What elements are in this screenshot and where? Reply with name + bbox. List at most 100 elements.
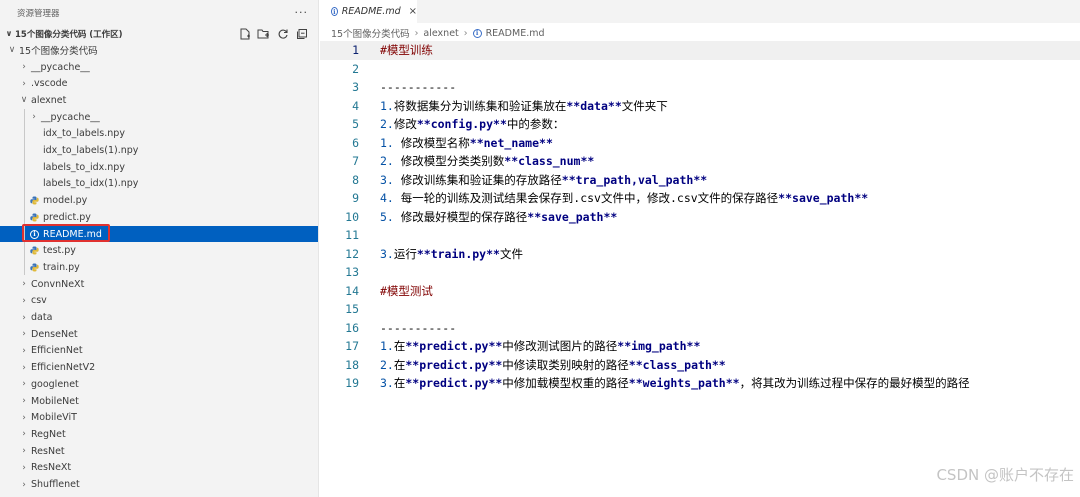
tree-item-label: DenseNet xyxy=(31,328,78,340)
code-line[interactable]: 4 1.将数据集分为训练集和验证集放在**data**文件夹下 xyxy=(320,97,1080,116)
chevron-right-icon: › xyxy=(22,62,26,73)
tree-file[interactable]: model.py xyxy=(0,192,318,209)
tree-file[interactable]: test.py xyxy=(0,242,318,259)
tree-folder[interactable]: › googlenet xyxy=(0,376,318,393)
breadcrumb-item[interactable]: README.md xyxy=(486,28,545,39)
line-number: 14 xyxy=(345,283,359,298)
code-line[interactable]: 17 1.在**predict.py**中修改测试图片的路径**img_path*… xyxy=(320,337,1080,356)
code-text: 2. 修改模型分类类别数**class_num** xyxy=(380,154,595,169)
code-text: ----------- xyxy=(380,80,457,95)
code-line[interactable]: 16 ----------- xyxy=(320,319,1080,338)
code-text: 1.将数据集分为训练集和验证集放在**data**文件夹下 xyxy=(380,98,668,113)
tree-item-label: ResNet xyxy=(31,445,65,457)
line-number: 7 xyxy=(352,154,359,169)
code-line[interactable]: 19 3.在**predict.py**中修加载模型权重的路径**weights_… xyxy=(320,374,1080,393)
chevron-right-icon: › xyxy=(22,379,26,390)
refresh-icon[interactable] xyxy=(276,27,289,40)
info-icon: i xyxy=(472,28,482,38)
chevron-right-icon: › xyxy=(22,479,26,490)
code-line[interactable]: 2 xyxy=(320,60,1080,79)
line-number: 10 xyxy=(345,209,359,224)
code-text: #模型训练 xyxy=(380,43,433,58)
tree-folder[interactable]: › MobileNet xyxy=(0,393,318,410)
line-number: 19 xyxy=(345,376,359,391)
tree-folder[interactable]: › RegNet xyxy=(0,426,318,443)
close-icon[interactable]: × xyxy=(409,6,417,17)
code-line[interactable]: 10 5. 修改最好模型的保存路径**save_path** xyxy=(320,208,1080,227)
code-editor[interactable]: 1 #模型训练 2 3 ----------- 4 1.将数据集分为训练集和验证集放在**d… xyxy=(320,41,1080,497)
chevron-right-icon: › xyxy=(22,429,26,440)
tree-folder[interactable]: › EfficienNetV2 xyxy=(0,359,318,376)
tree-item-label: ResNeXt xyxy=(31,462,72,474)
explorer-sidebar: 资源管理器 ··· ∨ 15个图像分类代码 (工作区) ∨ 15个图像分类代码 › _… xyxy=(0,0,319,497)
file-icon xyxy=(29,162,40,173)
tab-readme[interactable]: i README.md × xyxy=(320,0,417,23)
tree-folder[interactable]: › MobileViT xyxy=(0,409,318,426)
new-file-icon[interactable] xyxy=(238,27,251,40)
tree-folder[interactable]: › Shufflenet xyxy=(0,476,318,493)
workspace-title: 15个图像分类代码 (工作区) xyxy=(15,29,123,40)
code-line[interactable]: 9 4. 每一轮的训练及测试结果会保存到.csv文件中，修改.csv文件的保存路径… xyxy=(320,189,1080,208)
tree-folder[interactable]: › __pycache__ xyxy=(0,109,318,126)
tree-folder[interactable]: ∨ alexnet xyxy=(0,92,318,109)
tree-item-label: __pycache__ xyxy=(31,61,90,73)
tree-item-label: labels_to_idx.npy xyxy=(43,161,125,173)
tree-file[interactable]: train.py xyxy=(0,259,318,276)
tree-file[interactable]: labels_to_idx(1).npy xyxy=(0,176,318,193)
info-icon: i xyxy=(331,7,338,16)
code-line[interactable]: 7 2. 修改模型分类类别数**class_num** xyxy=(320,152,1080,171)
tree-folder[interactable]: › ResNeXt xyxy=(0,460,318,477)
breadcrumb-item[interactable]: 15个图像分类代码 xyxy=(331,26,410,40)
python-file-icon xyxy=(29,212,40,223)
tree-folder[interactable]: › ConvnNeXt xyxy=(0,276,318,293)
tree-item-label: 15个图像分类代码 xyxy=(19,46,98,58)
tree-folder[interactable]: › EfficienNet xyxy=(0,343,318,360)
tree-folder[interactable]: › DenseNet xyxy=(0,326,318,343)
code-line[interactable]: 18 2.在**predict.py**中修读取类别映射的路径**class_pa… xyxy=(320,356,1080,375)
code-line[interactable]: 14 #模型测试 xyxy=(320,282,1080,301)
code-line[interactable]: 12 3.运行**train.py**文件 xyxy=(320,245,1080,264)
tree-folder[interactable]: › ResNet xyxy=(0,443,318,460)
tree-folder[interactable]: › csv xyxy=(0,293,318,310)
code-line[interactable]: 8 3. 修改训练集和验证集的存放路径**tra_path,val_path** xyxy=(320,171,1080,190)
code-line[interactable]: 1 #模型训练 xyxy=(320,41,1080,60)
new-folder-icon[interactable] xyxy=(257,27,270,40)
tree-folder[interactable]: › __pycache__ xyxy=(0,59,318,76)
chevron-right-icon: › xyxy=(22,446,26,457)
watermark: CSDN @账户不存在 xyxy=(936,466,1074,484)
tree-item-label: googlenet xyxy=(31,378,79,390)
code-text: 1.在**predict.py**中修改测试图片的路径**img_path** xyxy=(380,339,701,354)
collapse-all-icon[interactable] xyxy=(295,27,308,40)
file-icon xyxy=(29,178,40,189)
tree-folder[interactable]: › .vscode xyxy=(0,75,318,92)
breadcrumb: 15个图像分类代码 › alexnet › i README.md xyxy=(320,23,1080,43)
tree-item-label: idx_to_labels.npy xyxy=(43,128,125,140)
chevron-right-icon: › xyxy=(22,412,26,423)
tree-item-label: RegNet xyxy=(31,428,66,440)
line-number: 15 xyxy=(345,302,359,317)
workspace-header[interactable]: ∨ 15个图像分类代码 (工作区) xyxy=(0,25,318,42)
code-text: 2.修改**config.py**中的参数： xyxy=(380,117,565,132)
tree-item-label: model.py xyxy=(43,195,88,207)
breadcrumb-item[interactable]: alexnet xyxy=(423,28,458,39)
tree-folder[interactable]: › data xyxy=(0,309,318,326)
code-line[interactable]: 13 xyxy=(320,263,1080,282)
tree-file[interactable]: labels_to_idx.npy xyxy=(0,159,318,176)
code-text: 5. 修改最好模型的保存路径**save_path** xyxy=(380,209,618,224)
tree-file[interactable]: idx_to_labels(1).npy xyxy=(0,142,318,159)
more-actions-button[interactable]: ··· xyxy=(295,6,309,19)
code-line[interactable]: 3 ----------- xyxy=(320,78,1080,97)
code-line[interactable]: 15 xyxy=(320,300,1080,319)
tree-item-label: labels_to_idx(1).npy xyxy=(43,178,139,190)
code-line[interactable]: 5 2.修改**config.py**中的参数： xyxy=(320,115,1080,134)
line-number: 6 xyxy=(352,135,359,150)
chevron-right-icon: › xyxy=(32,112,36,123)
code-line[interactable]: 11 xyxy=(320,226,1080,245)
tree-folder[interactable]: ∨ 15个图像分类代码 xyxy=(0,42,318,59)
tree-item-label: Shufflenet xyxy=(31,479,80,491)
chevron-right-icon: › xyxy=(22,329,26,340)
code-line[interactable]: 6 1. 修改模型名称**net_name** xyxy=(320,134,1080,153)
tree-file[interactable]: idx_to_labels.npy xyxy=(0,126,318,143)
indent-guide xyxy=(24,109,25,275)
chevron-right-icon: › xyxy=(22,396,26,407)
